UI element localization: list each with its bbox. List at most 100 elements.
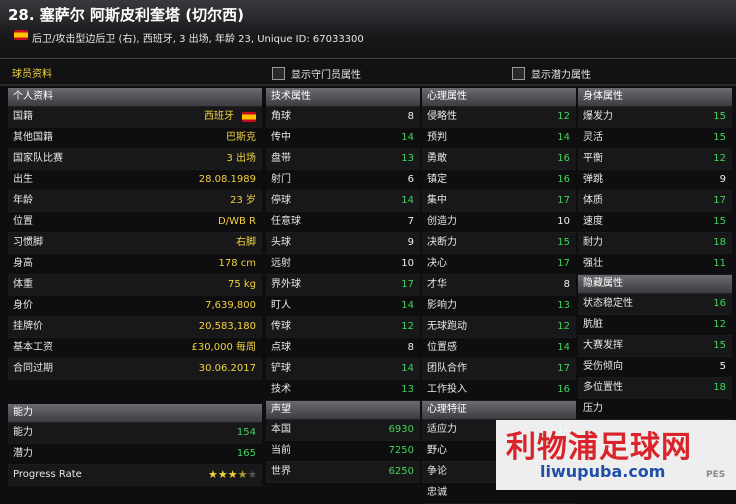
mental-row: 决心 17 (422, 254, 576, 275)
attribute-label: 速度 (583, 216, 603, 227)
attribute-label: 射门 (271, 174, 291, 185)
attribute-label: 身高 (13, 258, 33, 269)
mental-row: 预判 14 (422, 128, 576, 149)
show-gk-attributes-toggle[interactable]: 显示守门员属性 (272, 66, 361, 81)
attribute-label: 停球 (271, 195, 291, 206)
attribute-value: 13 (401, 384, 414, 395)
attribute-label: 肮脏 (583, 319, 603, 330)
attribute-label: 盯人 (271, 300, 291, 311)
physical-row: 弹跳 9 (578, 170, 732, 191)
attribute-value: 9 (407, 237, 414, 248)
technical-row: 角球 8 (266, 107, 420, 128)
personal-row: 挂牌价 20,583,180 (8, 317, 262, 338)
attribute-value: 5 (719, 361, 726, 372)
attribute-label: 决心 (427, 258, 447, 269)
attribute-label: 技术 (271, 384, 291, 395)
attribute-label: 传中 (271, 132, 291, 143)
attribute-value: 9 (719, 174, 726, 185)
mental-row: 才华 8 (422, 275, 576, 296)
attribute-label: 界外球 (271, 279, 301, 290)
attribute-value: £30,000 每周 (191, 342, 256, 353)
physical-row: 耐力 18 (578, 233, 732, 254)
attribute-value: 12 (557, 321, 570, 332)
star-icon: ★ (217, 468, 228, 481)
show-potential-attributes-toggle[interactable]: 显示潜力属性 (512, 66, 591, 81)
personal-header: 个人资料 (8, 88, 262, 107)
ability-header: 能力 (8, 404, 262, 423)
technical-row: 头球 9 (266, 233, 420, 254)
progress-rate-stars: ★★★★★ (208, 465, 257, 485)
profile-toolbar (0, 60, 736, 84)
hidden-rows: 状态稳定性 16 肮脏 12 大赛发挥 15 受伤倾向 5 多位置性 18 压力 (578, 294, 732, 420)
physical-row: 平衡 12 (578, 149, 732, 170)
attribute-label: 其他国籍 (13, 132, 53, 143)
attribute-label: 争论 (427, 466, 447, 477)
physical-row: 灵活 15 (578, 128, 732, 149)
attribute-value: 8 (563, 279, 570, 290)
watermark-url: liwupuba.com (540, 462, 666, 481)
technical-row: 铲球 14 (266, 359, 420, 380)
technical-row: 技术 13 (266, 380, 420, 401)
ability-rows: 能力 154 潜力 165 Progress Rate ★★★★★ (8, 423, 262, 486)
technical-row: 盯人 14 (266, 296, 420, 317)
toolbar-divider (0, 84, 736, 86)
attribute-label: 创造力 (427, 216, 457, 227)
attribute-label: 野心 (427, 445, 447, 456)
checkbox-icon[interactable] (512, 67, 525, 80)
attribute-value: 16 (713, 298, 726, 309)
attribute-value: 178 cm (218, 258, 256, 269)
attribute-label: 任意球 (271, 216, 301, 227)
attribute-value: 右脚 (236, 237, 256, 248)
physical-row: 爆发力 15 (578, 107, 732, 128)
hidden-header: 隐藏属性 (578, 275, 732, 294)
attribute-label: 角球 (271, 111, 291, 122)
personal-row: 位置 D/WB R (8, 212, 262, 233)
attribute-value: 10 (401, 258, 414, 269)
technical-row: 点球 8 (266, 338, 420, 359)
watermark-title: 利物浦足球网 (506, 430, 692, 465)
attribute-value: 17 (557, 258, 570, 269)
show-gk-attributes-label: 显示守门员属性 (291, 70, 361, 81)
attribute-value: 西班牙 (204, 111, 234, 122)
player-header: 28. 塞萨尔 阿斯皮利奎塔 (切尔西) 后卫/攻击型边后卫 (右), 西班牙,… (0, 0, 736, 59)
attribute-label: 预判 (427, 132, 447, 143)
attribute-value: 15 (713, 340, 726, 351)
attribute-label: 镇定 (427, 174, 447, 185)
attribute-label: 点球 (271, 342, 291, 353)
technical-row: 远射 10 (266, 254, 420, 275)
attribute-label: 合同过期 (13, 363, 53, 374)
attribute-value: 15 (713, 132, 726, 143)
mental-row: 创造力 10 (422, 212, 576, 233)
attribute-value: 11 (713, 258, 726, 269)
star-icon: ★ (247, 468, 258, 481)
attribute-value: 18 (713, 382, 726, 393)
attribute-value: 18 (713, 237, 726, 248)
player-subtitle: 后卫/攻击型边后卫 (右), 西班牙, 3 出场, 年龄 23, Unique … (32, 34, 364, 45)
ability-row: 能力 154 (8, 423, 262, 444)
attribute-label: 忠诚 (427, 487, 447, 498)
attribute-value: 13 (401, 153, 414, 164)
attribute-value: 16 (557, 174, 570, 185)
attribute-label: 国籍 (13, 111, 33, 122)
personal-row: 习惯脚 右脚 (8, 233, 262, 254)
reputation-header: 声望 (266, 401, 420, 420)
mental-row: 团队合作 17 (422, 359, 576, 380)
attribute-value: 8 (407, 342, 414, 353)
attribute-value: 17 (713, 195, 726, 206)
personal-row: 身价 7,639,800 (8, 296, 262, 317)
attribute-value: 17 (557, 195, 570, 206)
attribute-label: 盘带 (271, 153, 291, 164)
personal-row: 出生 28.08.1989 (8, 170, 262, 191)
hidden-row: 大赛发挥 15 (578, 336, 732, 357)
personal-row: 年龄 23 岁 (8, 191, 262, 212)
physical-column: 身体属性 爆发力 15 灵活 15 平衡 12 弹跳 9 体质 17 速度 15 耐力 18 强壮 11 隐藏… (578, 88, 732, 420)
checkbox-icon[interactable] (272, 67, 285, 80)
attribute-value: 75 kg (227, 279, 256, 290)
attribute-label: 无球跑动 (427, 321, 467, 332)
attribute-value: 巴斯克 (226, 132, 256, 143)
attribute-label: 铲球 (271, 363, 291, 374)
hidden-row: 状态稳定性 16 (578, 294, 732, 315)
attribute-value: 7,639,800 (205, 300, 256, 311)
mental-row: 勇敢 16 (422, 149, 576, 170)
attribute-value: 15 (713, 111, 726, 122)
